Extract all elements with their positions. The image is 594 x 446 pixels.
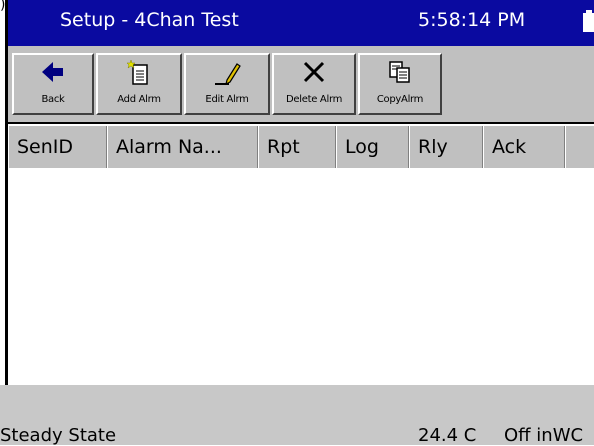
pressure-reading: Off inWC xyxy=(504,425,584,446)
copy-alarm-label: CopyAlrm xyxy=(376,94,424,105)
add-alarm-button[interactable]: Add Alrm xyxy=(96,53,182,115)
back-button-label: Back xyxy=(41,94,65,105)
clock: 5:58:14 PM xyxy=(418,9,526,31)
window-title: Setup - 4Chan Test xyxy=(60,9,239,31)
toolbar: Back Add Alrm Edit Alrm Delete Alrm Copy… xyxy=(8,46,594,124)
column-header-extra xyxy=(565,126,594,168)
column-header-log[interactable]: Log xyxy=(336,126,409,168)
column-header-rly[interactable]: Rly xyxy=(409,126,483,168)
delete-alarm-label: Delete Alrm xyxy=(285,94,343,105)
edit-alarm-button[interactable]: Edit Alrm xyxy=(184,53,270,115)
status-bar: Steady State 24.4 C Off inWC xyxy=(0,385,594,446)
alarm-list-header: SenID Alarm Na... Rpt Log Rly Ack xyxy=(8,126,594,169)
delete-alarm-button[interactable]: Delete Alrm xyxy=(272,53,356,115)
alarm-list[interactable] xyxy=(8,168,594,385)
add-alarm-label: Add Alrm xyxy=(117,94,161,105)
corner-mark: ) xyxy=(0,0,6,13)
new-document-icon xyxy=(127,60,148,85)
pencil-icon xyxy=(215,63,241,86)
state-text: Steady State xyxy=(0,425,117,446)
battery-icon xyxy=(583,10,594,32)
title-bar: Setup - 4Chan Test 5:58:14 PM xyxy=(8,0,594,46)
delete-x-icon xyxy=(303,61,325,83)
column-header-ack[interactable]: Ack xyxy=(483,126,565,168)
edit-alarm-label: Edit Alrm xyxy=(205,94,249,105)
column-header-rpt[interactable]: Rpt xyxy=(258,126,336,168)
back-button[interactable]: Back xyxy=(12,53,94,115)
temperature-reading: 24.4 C xyxy=(418,425,477,446)
back-arrow-icon xyxy=(42,62,63,82)
column-header-alarm-name[interactable]: Alarm Na... xyxy=(107,126,258,168)
copy-alarm-button[interactable]: CopyAlrm xyxy=(358,53,442,115)
column-header-senid[interactable]: SenID xyxy=(8,126,107,168)
copy-icon xyxy=(389,61,410,83)
